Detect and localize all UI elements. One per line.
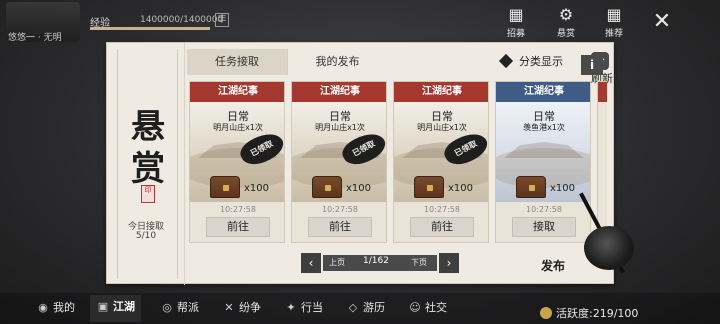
coin-icon [540,307,552,319]
exp-bar-fill [90,27,210,30]
card-timer: 10:27:58 [220,205,256,214]
treasure-chest-icon [210,176,240,198]
nav-label: 我的 [53,301,75,314]
bounty-card: 江湖纪事 日常 羡鱼港x1次 x100 10:27:58 接取 [495,81,591,243]
user-icon: ◉ [38,301,48,314]
reward-count: x100 [550,183,576,194]
reward-count: x100 [448,183,474,194]
diamond-icon [498,53,514,69]
page-count: 1/162 [363,256,389,266]
tab-bar: 任务接取 我的发布 分类显示 ⟳刷新 [187,49,613,85]
walk-icon: ✦ [286,301,296,314]
card-header [598,82,607,102]
activity-counter: 活跃度:219/100 [540,305,638,321]
next-page-button[interactable]: 下页 [411,257,427,268]
inkstone-icon [584,226,634,270]
treasure-chest-icon [312,176,342,198]
go-button[interactable]: 前往 [206,217,270,237]
accept-button[interactable]: 接取 [512,217,576,237]
recruit-button[interactable]: ▦ 招募 [498,5,534,40]
nav-label: 江湖 [113,300,135,313]
card-header: 江湖纪事 [394,82,488,102]
tab-my-published[interactable]: 我的发布 [287,49,387,75]
card-timer: 10:27:58 [526,205,562,214]
card-location: 明月山庄x1次 [213,123,263,132]
close-icon[interactable]: ✕ [648,8,676,36]
card-location: 羡鱼港x1次 [523,123,565,132]
nav-label: 行当 [301,301,323,314]
card-header: 江湖纪事 [292,82,386,102]
nav-item-guild[interactable]: ◎ 帮派 [160,299,199,315]
tab-accept-task[interactable]: 任务接取 [187,49,287,75]
activity-value: 活跃度:219/100 [556,307,639,320]
nav-item-jianghu[interactable]: ▣ 江湖 [90,295,141,322]
prev-page-button[interactable]: 上页 [329,257,345,268]
nav-label: 游历 [363,301,385,314]
treasure-chest-icon [414,176,444,198]
gear-icon: ⚙ [558,5,574,24]
exp-bar [90,27,210,30]
nav-item-profession[interactable]: ✦ 行当 [284,299,323,315]
card-header: 江湖纪事 [190,82,284,102]
card-location: 明月山庄x1次 [417,123,467,132]
reward-count: x100 [346,183,372,194]
pagination: ‹ 上页 1/162 下页 › [301,253,459,275]
title-char-2: 赏 [131,149,165,189]
divider [117,49,118,279]
bounty-card: 江湖纪事 日常 明月山庄x1次 已领取 x100 10:27:58 前往 [291,81,387,243]
recruit-label: 招募 [506,29,525,39]
pagination-bar: 上页 1/162 下页 [323,255,437,271]
card-timer: 10:27:58 [322,205,358,214]
scroll-icon: ▦ [508,5,524,24]
bounty-card-peek [597,81,607,243]
jianghu-icon: ▣ [97,300,109,313]
bounty-button[interactable]: ⚙ 悬赏 [548,5,584,40]
grid-icon: ▦ [606,5,622,24]
nav-item-mine[interactable]: ◉ 我的 [36,299,75,315]
bounty-title-column: 悬 赏 印 今日接取 5/10 [107,43,185,285]
exp-value: 1400000/1400000 [140,15,224,25]
prev-page-arrow-icon[interactable]: ‹ [301,253,321,273]
nav-label: 社交 [425,301,447,314]
bounty-label: 悬赏 [556,29,575,39]
card-header: 江湖纪事 [496,82,590,102]
go-button[interactable]: 前往 [410,217,474,237]
bounty-card: 江湖纪事 日常 明月山庄x1次 已领取 x100 10:27:58 前往 [393,81,489,243]
go-button[interactable]: 前往 [308,217,372,237]
social-icon: ☺ [409,301,421,314]
seal-stamp: 印 [141,185,155,203]
compass-icon: ◇ [348,301,358,314]
nav-item-travel[interactable]: ◇ 游历 [346,299,385,315]
filter-toggle[interactable]: 分类显示 [498,53,563,69]
filter-label: 分类显示 [519,55,563,68]
bounty-card-list: 江湖纪事 日常 明月山庄x1次 已领取 x100 10:27:58 前往 江湖纪… [189,81,607,277]
next-page-arrow-icon[interactable]: › [439,253,459,273]
card-location: 明月山庄x1次 [315,123,365,132]
nav-label: 帮派 [177,301,199,314]
top-hud: 悠悠一 · 无明 经验 1400000/1400000 丰 ▦ 招募 ⚙ 悬赏 … [0,0,720,44]
player-name: 悠悠一 · 无明 [8,33,62,43]
recommend-button[interactable]: ▦ 推荐 [596,5,632,40]
nav-item-social[interactable]: ☺ 社交 [408,299,447,315]
today-accepted-value: 5/10 [135,231,157,241]
bounty-card: 江湖纪事 日常 明月山庄x1次 已领取 x100 10:27:58 前往 [189,81,285,243]
guild-icon: ◎ [162,301,172,314]
nav-label: 纷争 [239,301,261,314]
recommend-label: 推荐 [604,29,623,39]
bounty-panel: 悬 赏 印 今日接取 5/10 任务接取 我的发布 分类显示 ⟳刷新 i 江湖纪… [106,42,614,285]
publish-button[interactable]: 发布 [541,257,565,274]
card-timer: 10:27:58 [424,205,460,214]
exp-button[interactable]: 丰 [215,13,229,27]
nav-item-conflict[interactable]: ✕ 纷争 [222,299,261,315]
info-button[interactable]: i [581,55,603,75]
swords-icon: ✕ [224,301,234,314]
treasure-chest-icon [516,176,546,198]
reward-count: x100 [244,183,270,194]
divider [177,49,178,279]
